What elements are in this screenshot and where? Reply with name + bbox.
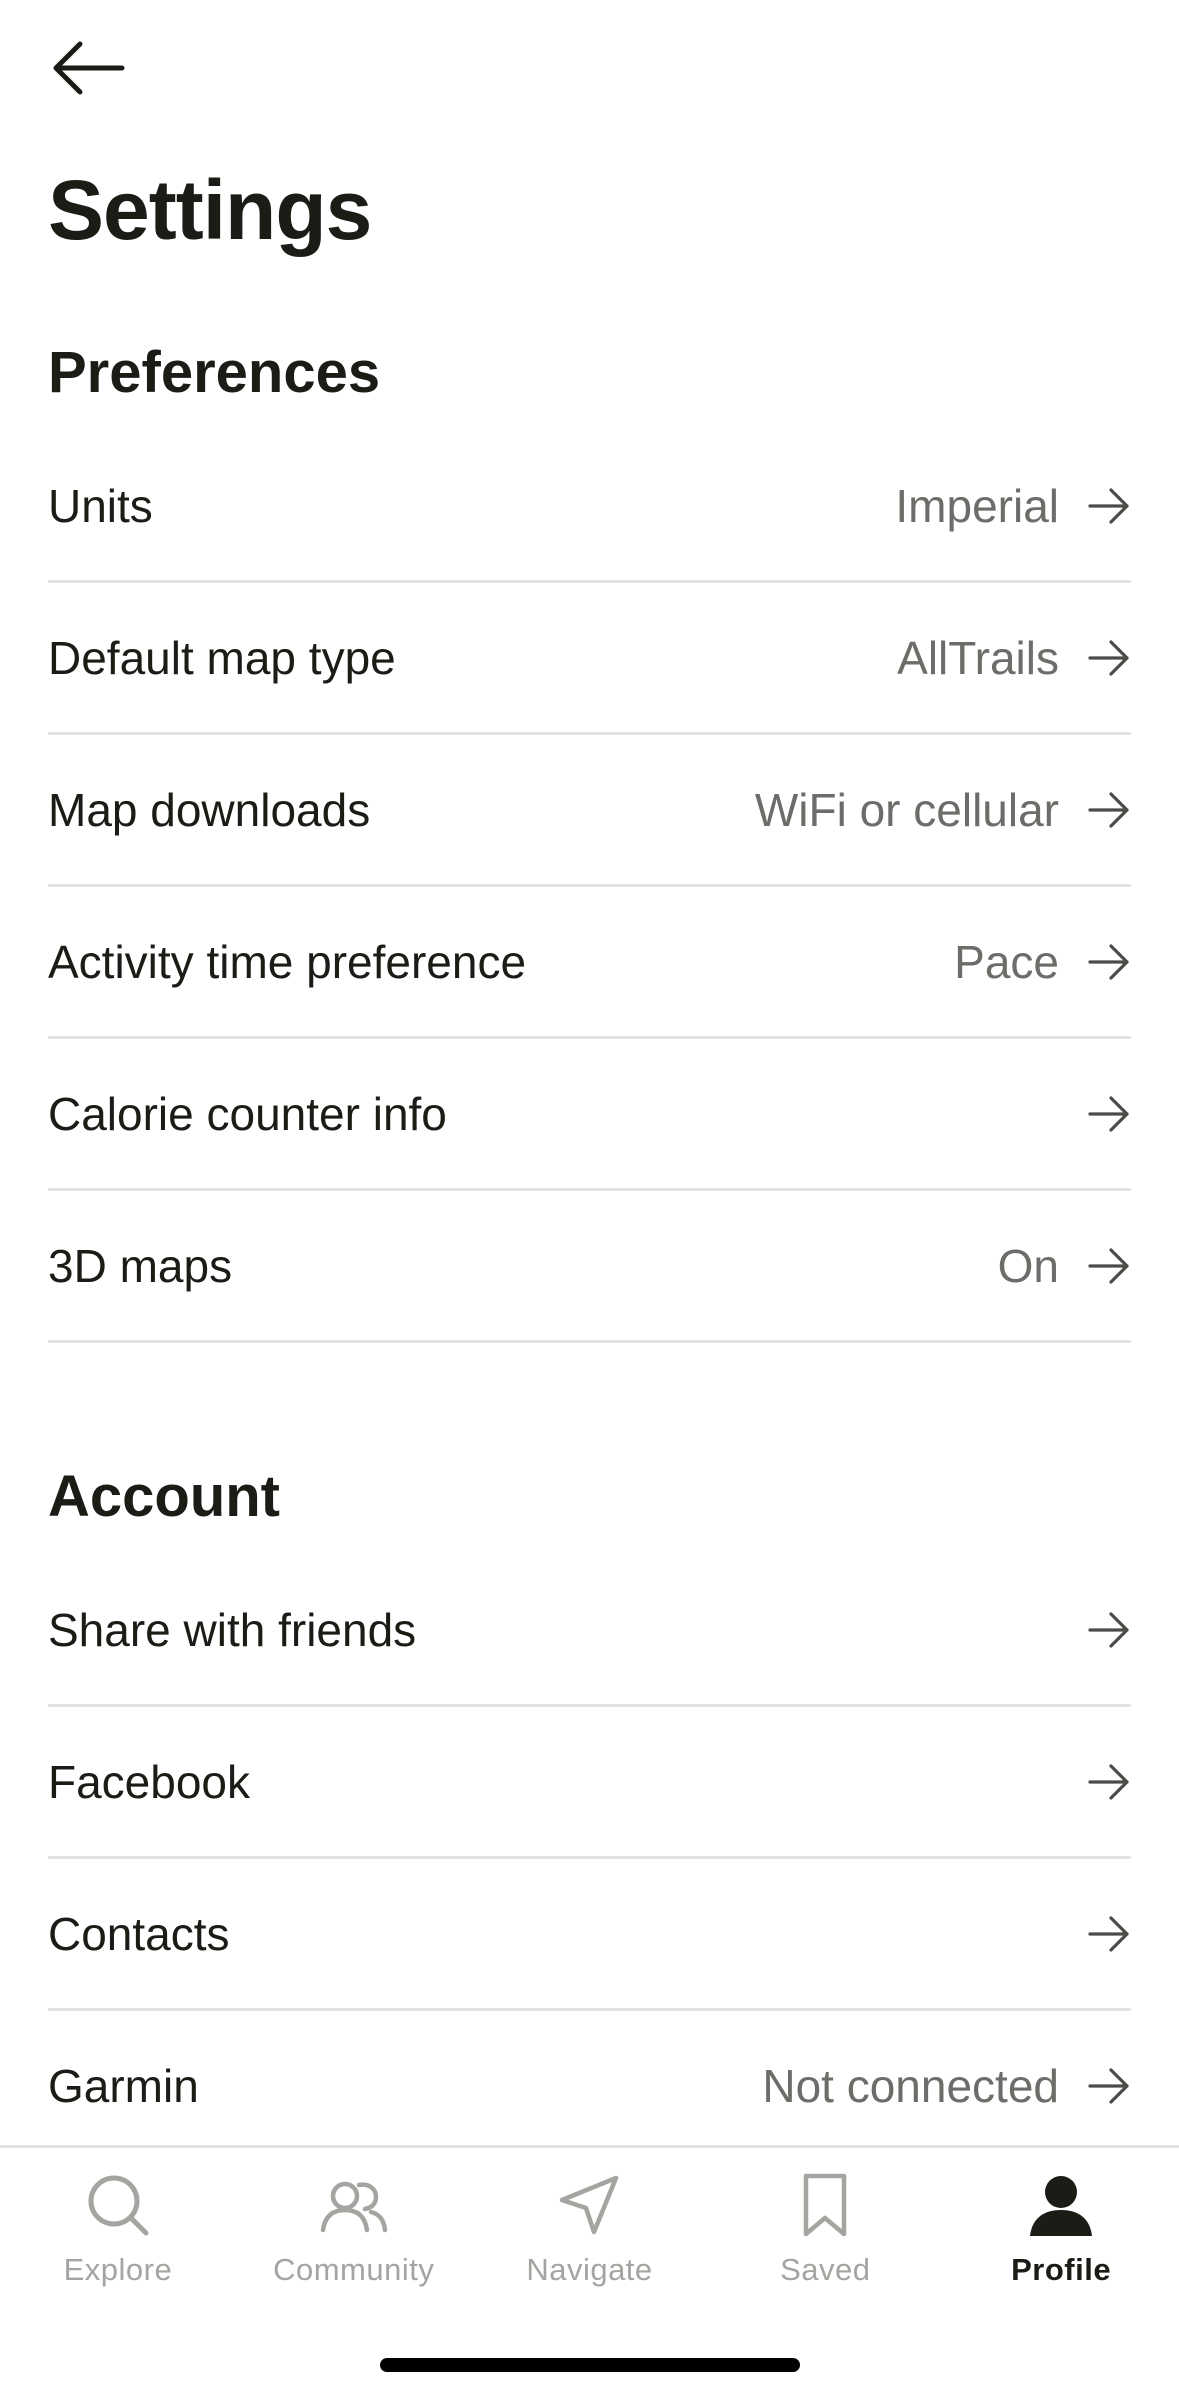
arrow-right-icon [1088, 943, 1129, 980]
setting-label: Share with friends [48, 1603, 417, 1656]
preferences-list: Units Imperial Default map type AllTrail… [48, 431, 1131, 1343]
setting-row-contacts[interactable]: Contacts [48, 1859, 1131, 2011]
setting-label: 3D maps [48, 1239, 233, 1292]
setting-row-facebook[interactable]: Facebook [48, 1707, 1131, 1859]
arrow-right-icon [1088, 1611, 1129, 1648]
arrow-right-icon [1088, 487, 1129, 524]
section-title-preferences: Preferences [48, 340, 381, 405]
setting-row-units[interactable]: Units Imperial [48, 431, 1131, 583]
setting-label: Units [48, 479, 153, 532]
setting-value: Not connected [762, 2059, 1059, 2112]
arrow-right-icon [1088, 2067, 1129, 2104]
community-icon [320, 2181, 387, 2233]
nav-item-navigate[interactable]: Navigate [472, 2170, 708, 2288]
setting-row-share-with-friends[interactable]: Share with friends [48, 1555, 1131, 1707]
setting-value: WiFi or cellular [754, 783, 1059, 836]
setting-label: Map downloads [48, 783, 371, 836]
arrow-left-icon [53, 41, 125, 95]
setting-label: Facebook [48, 1755, 251, 1808]
page-title: Settings [48, 163, 372, 257]
setting-row-default-map-type[interactable]: Default map type AllTrails [48, 583, 1131, 735]
setting-value: AllTrails [897, 631, 1059, 684]
navigate-icon [560, 2175, 619, 2235]
nav-label: Navigate [526, 2252, 653, 2287]
arrow-right-icon [1088, 1763, 1129, 1800]
setting-label: Activity time preference [48, 935, 527, 988]
account-list: Share with friends Facebook Contacts Gar… [48, 1555, 1131, 2163]
setting-row-garmin[interactable]: Garmin Not connected [48, 2011, 1131, 2163]
nav-label: Community [273, 2252, 435, 2287]
search-icon [88, 2175, 149, 2236]
arrow-right-icon [1088, 791, 1129, 828]
arrow-right-icon [1088, 1247, 1129, 1284]
arrow-right-icon [1088, 1915, 1129, 1952]
nav-item-community[interactable]: Community [236, 2170, 472, 2288]
setting-label: Default map type [48, 631, 396, 684]
profile-icon [1030, 2176, 1093, 2236]
nav-label: Saved [780, 2252, 871, 2287]
nav-item-profile[interactable]: Profile [943, 2170, 1179, 2288]
setting-value: On [997, 1239, 1059, 1292]
back-button[interactable] [48, 28, 138, 108]
bookmark-icon [804, 2173, 847, 2237]
setting-row-map-downloads[interactable]: Map downloads WiFi or cellular [48, 735, 1131, 887]
setting-row-3d-maps[interactable]: 3D maps On [48, 1191, 1131, 1343]
section-title-account: Account [48, 1464, 280, 1529]
setting-row-calorie-counter-info[interactable]: Calorie counter info [48, 1039, 1131, 1191]
arrow-right-icon [1088, 1095, 1129, 1132]
setting-value: Imperial [895, 479, 1059, 532]
home-indicator [380, 2358, 800, 2372]
setting-row-activity-time-preference[interactable]: Activity time preference Pace [48, 887, 1131, 1039]
nav-label: Explore [63, 2252, 173, 2287]
setting-label: Calorie counter info [48, 1087, 447, 1140]
setting-label: Contacts [48, 1907, 230, 1960]
nav-item-saved[interactable]: Saved [707, 2170, 943, 2288]
arrow-right-icon [1088, 639, 1129, 676]
nav-item-explore[interactable]: Explore [0, 2170, 236, 2288]
setting-label: Garmin [48, 2059, 199, 2112]
nav-label: Profile [1011, 2252, 1112, 2287]
setting-value: Pace [954, 935, 1059, 988]
settings-screen: Settings Preferences Units Imperial Defa… [0, 0, 1179, 2396]
